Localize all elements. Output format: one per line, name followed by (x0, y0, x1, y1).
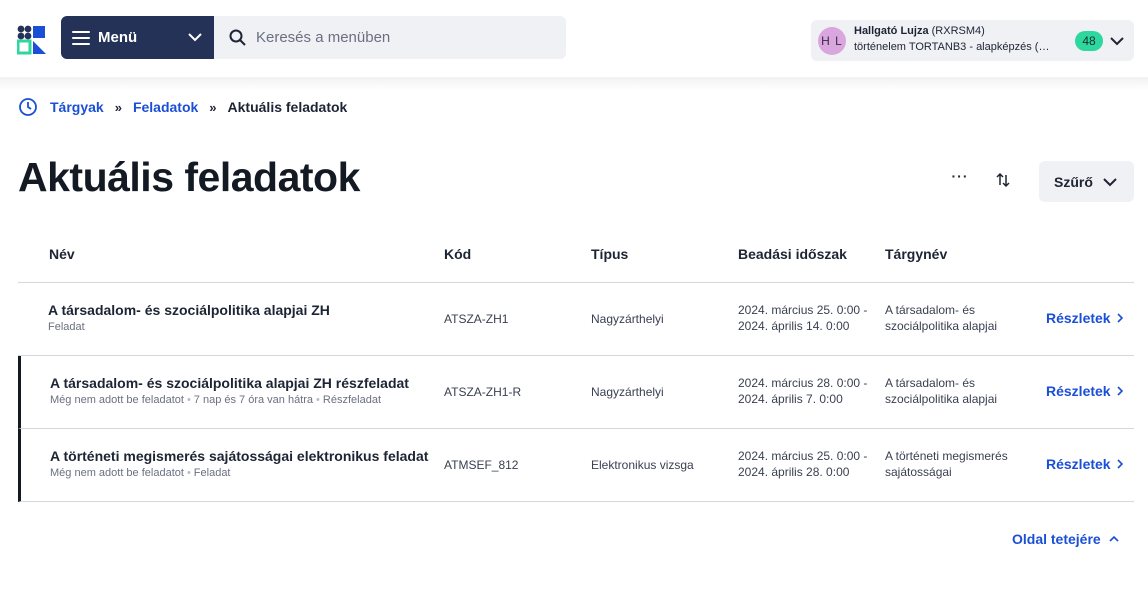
page-title: Aktuális feladatok (18, 154, 360, 200)
user-program: történelem TORTANB3 - alapképzés (BA/... (854, 41, 1050, 53)
task-meta: Még nem adott be feladatot • 7 nap és 7 ór… (50, 394, 381, 406)
tasks-table: Név Kód Típus Beadási időszak Tárgynév A… (18, 228, 1134, 502)
user-switcher[interactable]: H L Hallgató Lujza (RXRSM4) történelem T… (811, 20, 1134, 61)
history-icon (19, 98, 37, 116)
task-meta: Feladat (48, 321, 85, 333)
task-subject-line: A történeti megismerés (885, 449, 1008, 463)
task-meta-type: Részfeladat (322, 394, 381, 406)
breadcrumb-separator: » (209, 99, 217, 115)
details-link[interactable]: Részletek (1046, 383, 1124, 399)
task-subject: A társadalom- és szociálpolitika alapjai (885, 302, 1025, 334)
task-period-start: 2024. március 25. 0:00 - (738, 449, 868, 463)
details-link[interactable]: Részletek (1046, 456, 1124, 472)
task-subject-line: A társadalom- és (885, 376, 976, 390)
details-label: Részletek (1046, 310, 1111, 326)
task-title[interactable]: A társadalom- és szociálpolitika alapjai… (50, 375, 409, 391)
top-bar-shadow (0, 77, 1148, 91)
task-meta-status: Még nem adott be feladatot (50, 394, 184, 406)
notification-badge[interactable]: 48 (1075, 31, 1103, 51)
back-to-top-label: Oldal tetejére (1012, 531, 1101, 547)
task-code: ATMSEF_812 (444, 458, 519, 472)
task-period-start: 2024. március 28. 0:00 - (738, 376, 868, 390)
breadcrumb-link-subjects[interactable]: Tárgyak (50, 99, 104, 115)
column-header-period[interactable]: Beadási időszak (738, 246, 847, 262)
task-meta-type: Feladat (193, 467, 231, 479)
task-subject: A történeti megismerés sajátosságai (885, 448, 1025, 480)
app-logo-icon[interactable] (17, 25, 47, 55)
task-subject-line: szociálpolitika alapjai (885, 392, 998, 406)
column-header-type[interactable]: Típus (591, 246, 628, 262)
user-name: Hallgató Lujza (854, 25, 929, 37)
task-period: 2024. március 25. 0:00 - 2024. április 1… (738, 302, 867, 334)
breadcrumb-separator: » (114, 99, 122, 115)
filter-button[interactable]: Szűrő (1039, 161, 1134, 202)
task-code: ATSZA-ZH1-R (444, 385, 522, 399)
task-type: Nagyzárthelyi (591, 385, 664, 399)
hamburger-icon (72, 30, 90, 45)
chevron-down-icon (1110, 37, 1124, 46)
details-link[interactable]: Részletek (1046, 310, 1124, 326)
breadcrumb-current: Aktuális feladatok (227, 99, 348, 115)
details-label: Részletek (1046, 383, 1111, 399)
task-subject-line: sajátosságai (885, 465, 952, 479)
task-period: 2024. március 28. 0:00 - 2024. április 7… (738, 375, 867, 407)
more-options-button[interactable]: ··· (949, 168, 971, 190)
task-meta-remaining: 7 nap és 7 óra van hátra (193, 394, 314, 406)
table-row: A történeti megismerés sajátosságai elek… (18, 429, 1134, 502)
task-meta-status: Még nem adott be feladatot (50, 467, 184, 479)
filter-label: Szűrő (1054, 173, 1093, 190)
back-to-top-link[interactable]: Oldal tetejére (1012, 531, 1120, 547)
search-icon (229, 29, 246, 46)
column-header-name[interactable]: Név (49, 246, 75, 262)
chevron-down-icon (188, 33, 202, 42)
task-meta-type: Feladat (48, 321, 85, 333)
task-subject: A társadalom- és szociálpolitika alapjai (885, 375, 1025, 407)
task-type: Nagyzárthelyi (591, 312, 664, 326)
user-code: (RXRSM4) (931, 25, 985, 37)
task-meta: Még nem adott be feladatot • Feladat (50, 467, 231, 479)
details-label: Részletek (1046, 456, 1111, 472)
avatar: H L (818, 27, 846, 55)
breadcrumb-link-tasks[interactable]: Feladatok (133, 99, 198, 115)
task-period-end: 2024. április 14. 0:00 (738, 319, 850, 333)
chevron-right-icon (1117, 459, 1123, 469)
table-row: A társadalom- és szociálpolitika alapjai… (18, 283, 1134, 356)
chevron-down-icon (1103, 178, 1117, 187)
chevron-up-icon (1109, 535, 1119, 542)
chevron-right-icon (1117, 313, 1123, 323)
table-header: Név Kód Típus Beadási időszak Tárgynév (18, 228, 1134, 283)
task-subject-line: A társadalom- és (885, 303, 976, 317)
menu-search (214, 16, 566, 59)
task-code: ATSZA-ZH1 (444, 312, 509, 326)
menu-button[interactable]: Menü (61, 16, 214, 59)
chevron-right-icon (1117, 386, 1123, 396)
column-header-code[interactable]: Kód (444, 246, 471, 262)
menu-label: Menü (98, 29, 138, 46)
search-input[interactable] (256, 29, 546, 46)
task-subject-line: szociálpolitika alapjai (885, 319, 998, 333)
task-type: Elektronikus vizsga (591, 458, 694, 472)
breadcrumb: Tárgyak » Feladatok » Aktuális feladatok (18, 97, 347, 117)
column-header-subject[interactable]: Tárgynév (885, 246, 947, 262)
task-title[interactable]: A történeti megismerés sajátosságai elek… (50, 448, 428, 464)
task-period-start: 2024. március 25. 0:00 - (738, 303, 868, 317)
task-title[interactable]: A társadalom- és szociálpolitika alapjai… (48, 302, 330, 318)
sort-icon[interactable] (992, 169, 1014, 191)
table-row: A társadalom- és szociálpolitika alapjai… (18, 356, 1134, 429)
task-period-end: 2024. április 7. 0:00 (738, 392, 843, 406)
task-period-end: 2024. április 28. 0:00 (738, 465, 850, 479)
user-name-line: Hallgató Lujza (RXRSM4) (854, 25, 985, 37)
task-period: 2024. március 25. 0:00 - 2024. április 2… (738, 448, 867, 480)
